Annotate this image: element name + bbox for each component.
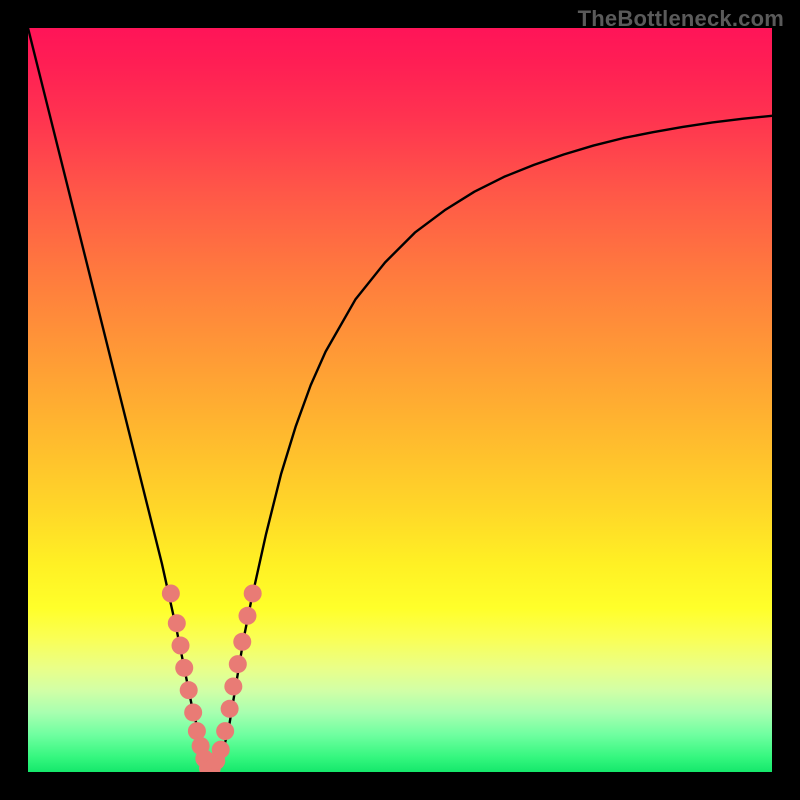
marker-point xyxy=(229,655,247,673)
marker-group xyxy=(162,584,262,772)
marker-point xyxy=(233,633,251,651)
marker-point xyxy=(180,681,198,699)
marker-point xyxy=(162,584,180,602)
marker-point xyxy=(184,703,202,721)
marker-point xyxy=(172,637,190,655)
marker-point xyxy=(224,677,242,695)
marker-point xyxy=(216,722,234,740)
chart-svg xyxy=(28,28,772,772)
marker-point xyxy=(238,607,256,625)
chart-frame: TheBottleneck.com xyxy=(0,0,800,800)
bottleneck-curve xyxy=(28,28,772,770)
watermark-text: TheBottleneck.com xyxy=(578,6,784,32)
marker-point xyxy=(212,741,230,759)
marker-point xyxy=(175,659,193,677)
marker-point xyxy=(168,614,186,632)
marker-point xyxy=(221,700,239,718)
chart-plot-area xyxy=(28,28,772,772)
marker-point xyxy=(244,584,262,602)
